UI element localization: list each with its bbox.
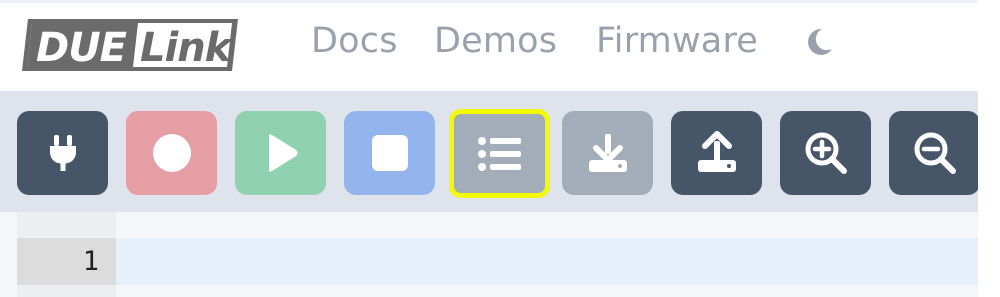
code-editor[interactable]: 1	[0, 212, 978, 297]
upload-button[interactable]	[671, 111, 762, 195]
record-icon	[152, 134, 191, 172]
svg-text:Link: Link	[140, 25, 234, 71]
zoom-out-icon	[914, 132, 956, 174]
stop-button[interactable]	[344, 111, 435, 195]
zoom-in-icon	[805, 132, 847, 174]
zoom-out-button[interactable]	[889, 111, 980, 195]
moon-icon[interactable]	[802, 25, 836, 59]
upload-icon	[697, 131, 736, 172]
plug-icon	[49, 135, 76, 171]
download-icon	[588, 134, 627, 172]
play-icon	[268, 134, 297, 172]
list-icon	[477, 136, 521, 171]
line-number: 1	[82, 246, 99, 277]
record-button[interactable]	[126, 111, 217, 195]
nav-link-docs[interactable]: Docs	[311, 21, 398, 61]
duelink-logo[interactable]: DUE Link	[22, 17, 240, 73]
run-button[interactable]	[235, 111, 326, 195]
connect-button[interactable]	[17, 111, 108, 195]
nav-link-demos[interactable]: Demos	[434, 21, 557, 61]
duelink-page: DUE Link Docs Demos Firmware 1	[0, 0, 1000, 297]
zoom-in-button[interactable]	[780, 111, 871, 195]
list-button[interactable]	[449, 109, 550, 198]
nav-link-firmware[interactable]: Firmware	[596, 21, 758, 61]
editor-line[interactable]	[116, 238, 978, 285]
svg-text:DUE: DUE	[36, 25, 127, 71]
download-button[interactable]	[562, 111, 653, 195]
navbar: DUE Link Docs Demos Firmware	[0, 3, 978, 91]
stop-icon	[371, 135, 408, 171]
right-margin	[978, 0, 1000, 297]
toolbar	[0, 91, 980, 212]
